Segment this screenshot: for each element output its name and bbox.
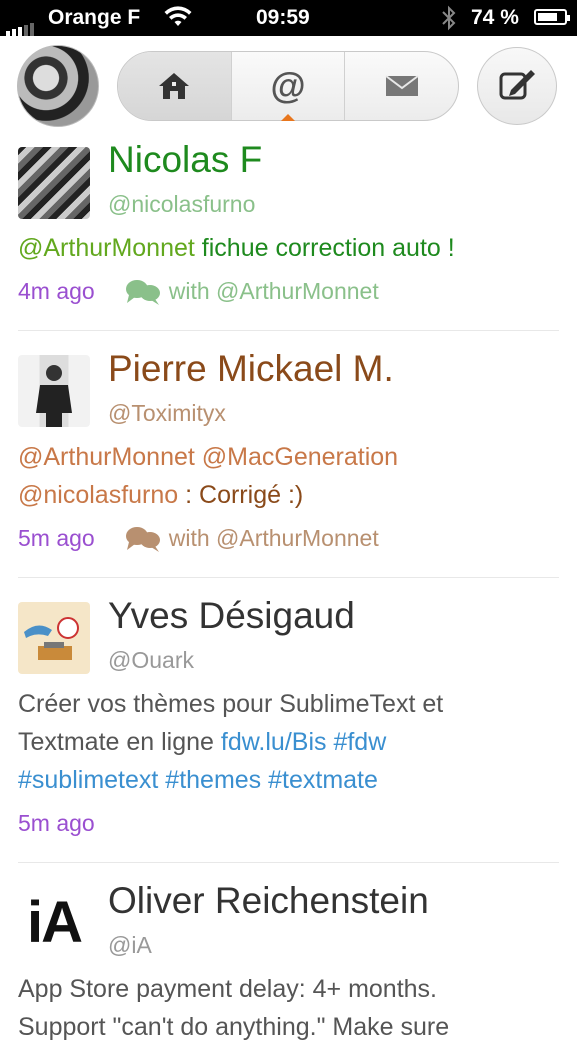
mention-link[interactable]: @ArthurMonnet — [18, 234, 195, 262]
tweet-text-part: fichue correction auto ! — [194, 234, 455, 262]
tweet-meta: 5m ago — [18, 810, 95, 837]
user-avatar[interactable] — [18, 602, 90, 674]
url-link[interactable]: fdw.lu/Bis #fdw — [221, 728, 386, 756]
tweet-item[interactable]: Pierre Mickael M. @Toximityx @ArthurMonn… — [0, 331, 577, 578]
bluetooth-icon — [441, 5, 457, 37]
hashtag-link[interactable]: #sublimetext #themes #textmate — [18, 766, 378, 794]
tab-messages[interactable] — [345, 52, 458, 120]
home-icon — [159, 73, 190, 99]
signal-strength-icon — [6, 12, 36, 36]
tweet-meta: 5m ago with @ArthurMonnet — [18, 525, 379, 552]
tab-mentions[interactable]: @ — [232, 52, 346, 120]
avatar-logo-text: iA — [27, 890, 83, 955]
user-handle[interactable]: @nicolasfurno — [108, 191, 255, 218]
conversation-link[interactable]: with @ArthurMonnet — [125, 525, 379, 552]
user-avatar[interactable]: iA — [18, 887, 90, 959]
active-tab-indicator — [281, 114, 295, 121]
tweet-text: App Store payment delay: 4+ months. Supp… — [18, 970, 559, 1046]
tweet-meta: 4m ago with @ArthurMonnet — [18, 278, 379, 305]
tweet-time: 5m ago — [18, 810, 95, 836]
wifi-icon — [164, 6, 192, 34]
clock: 09:59 — [256, 6, 310, 29]
tweet-text: Créer vos thèmes pour SublimeText et Tex… — [18, 685, 559, 799]
conversation-icon — [125, 526, 160, 552]
user-handle[interactable]: @Toximityx — [108, 400, 226, 427]
battery-percent: 74 % — [471, 6, 519, 29]
mention-link[interactable]: @nicolasfurno — [18, 481, 178, 509]
user-name[interactable]: Oliver Reichenstein — [108, 880, 429, 922]
compose-icon — [499, 70, 535, 100]
carrier-name: Orange F — [48, 6, 141, 29]
tweet-text-part: : Corrigé :) — [178, 481, 304, 509]
conversation-link[interactable]: with @ArthurMonnet — [125, 278, 379, 305]
tweet-text-part: App Store payment delay: 4+ months. — [18, 975, 437, 1003]
tweet-text-part: Créer vos thèmes pour SublimeText et — [18, 690, 444, 718]
tweet-item[interactable]: Nicolas F @nicolasfurno @ArthurMonnet fi… — [0, 131, 577, 331]
user-name[interactable]: Yves Désigaud — [108, 595, 355, 637]
user-handle[interactable]: @Ouark — [108, 647, 194, 674]
tweet-text: @ArthurMonnet fichue correction auto ! — [18, 229, 559, 267]
user-avatar[interactable] — [18, 355, 90, 427]
tweet-time: 4m ago — [18, 278, 95, 304]
compose-button[interactable] — [477, 47, 557, 125]
conversation-label[interactable]: with @ArthurMonnet — [169, 278, 379, 305]
conversation-icon — [125, 279, 160, 305]
tweet-text-part: Textmate en ligne — [18, 728, 221, 756]
timeline-tab-bar: @ — [117, 51, 459, 121]
mention-link[interactable]: @ArthurMonnet @MacGeneration — [18, 443, 398, 471]
battery-icon — [534, 9, 570, 25]
tweet-text-part: Support "can't do anything." Make sure — [18, 1013, 450, 1041]
user-avatar[interactable] — [18, 147, 90, 219]
at-sign-icon: @ — [270, 65, 306, 106]
user-name[interactable]: Nicolas F — [108, 139, 262, 181]
tweet-item[interactable]: Yves Désigaud @Ouark Créer vos thèmes po… — [0, 578, 577, 863]
tweet-item[interactable]: iA Oliver Reichenstein @iA App Store pay… — [0, 863, 577, 1041]
user-handle[interactable]: @iA — [108, 932, 152, 959]
envelope-icon — [385, 75, 419, 96]
conversation-label[interactable]: with @ArthurMonnet — [169, 525, 379, 552]
top-toolbar: @ — [0, 36, 577, 131]
tweet-time: 5m ago — [18, 525, 95, 551]
tab-home[interactable] — [118, 52, 232, 120]
account-avatar[interactable] — [17, 45, 99, 127]
tweet-text: @ArthurMonnet @MacGeneration @nicolasfur… — [18, 438, 559, 514]
status-bar: Orange F 09:59 74 % — [0, 0, 577, 36]
user-name[interactable]: Pierre Mickael M. — [108, 348, 394, 390]
